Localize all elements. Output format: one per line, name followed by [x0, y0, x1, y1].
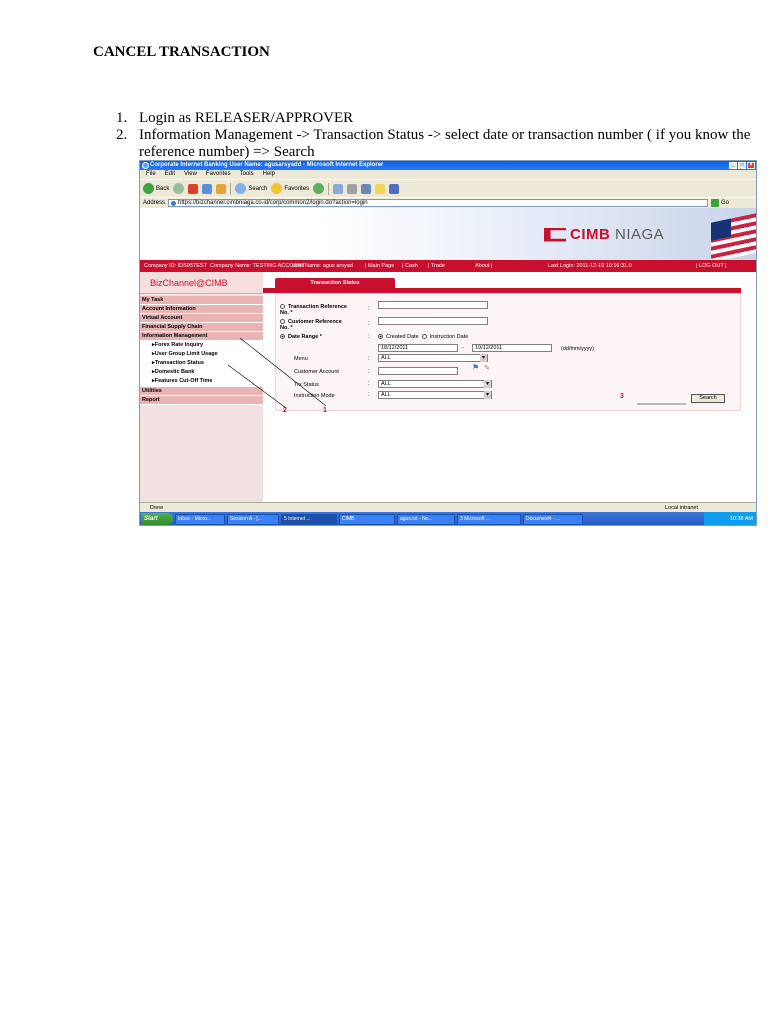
steps-list: 1. Login as RELEASER/APPROVER 2. Informa…: [116, 110, 756, 161]
print-icon[interactable]: [347, 183, 358, 194]
menu-favorites[interactable]: Favorites: [206, 170, 231, 179]
window-titlebar: Corporate Internet Banking User Name: ag…: [140, 161, 756, 170]
stop-icon[interactable]: [188, 183, 199, 194]
menu-help[interactable]: Help: [263, 170, 275, 179]
folder-icon[interactable]: [375, 183, 386, 194]
address-bar: Address https://bizchannel.cimbniaga.co.…: [140, 197, 756, 208]
taskbar-item[interactable]: 3 Microsoft ...: [457, 513, 521, 525]
menu-view[interactable]: View: [184, 170, 197, 179]
system-clock: 10:38 AM: [704, 512, 756, 525]
forward-arrow-icon[interactable]: [173, 183, 185, 194]
menu-file[interactable]: File: [146, 170, 156, 179]
go-arrow-icon: [711, 199, 720, 207]
step-text: Login as RELEASER/APPROVER: [139, 110, 354, 126]
address-input[interactable]: https://bizchannel.cimbniaga.co.id/corp/…: [168, 199, 709, 207]
favorites-label: Favorites: [284, 185, 310, 192]
step-text: Information Management -> Transaction St…: [139, 127, 751, 160]
menu-edit[interactable]: Edit: [165, 170, 175, 179]
document-title: CANCEL TRANSACTION: [93, 44, 270, 60]
status-text: Done: [150, 505, 164, 511]
search-icon: [235, 183, 247, 194]
minimize-icon[interactable]: _: [729, 162, 737, 169]
step-number: 2.: [116, 127, 128, 143]
star-icon: [271, 183, 283, 194]
browser-screenshot: Corporate Internet Banking User Name: ag…: [139, 160, 757, 526]
search-button[interactable]: Search: [235, 183, 267, 195]
step-number: 1.: [116, 110, 128, 126]
status-bar: Done Local intranet: [140, 502, 756, 512]
back-button[interactable]: Back: [143, 183, 169, 195]
taskbar-item[interactable]: agus.txt - No...: [397, 513, 455, 525]
taskbar-item[interactable]: Inbox - Micro...: [175, 513, 225, 525]
back-label: Back: [156, 185, 170, 192]
close-icon[interactable]: ×: [747, 162, 755, 169]
step-1: 1. Login as RELEASER/APPROVER: [116, 110, 756, 127]
edit-icon[interactable]: [361, 183, 372, 194]
taskbar-item[interactable]: CIMB: [339, 513, 395, 525]
maximize-icon[interactable]: □: [738, 162, 746, 169]
annotation-lines: [227, 337, 686, 409]
favorites-button[interactable]: Favorites: [271, 183, 309, 195]
annotation-line-1: [239, 337, 327, 407]
start-button[interactable]: Start: [141, 513, 173, 525]
ie-icon: [142, 162, 149, 169]
home-icon[interactable]: [216, 183, 227, 194]
menu-tools[interactable]: Tools: [240, 170, 254, 179]
search-label: Search: [248, 185, 268, 192]
taskbar-item[interactable]: Document4 - ...: [523, 513, 583, 525]
history-icon[interactable]: [313, 183, 325, 194]
browser-toolbar: Back Search Favorites: [140, 179, 756, 197]
address-label: Address: [143, 200, 166, 206]
refresh-icon[interactable]: [202, 183, 213, 194]
window-title: Corporate Internet Banking User Name: ag…: [150, 162, 384, 168]
windows-taskbar: Start Inbox - Micro... Session A - [... …: [140, 512, 756, 525]
annotation-line-2: [227, 364, 287, 409]
step-2: 2. Information Management -> Transaction…: [116, 127, 756, 161]
go-button[interactable]: Go: [711, 199, 729, 207]
back-arrow-icon: [143, 183, 154, 194]
taskbar-item[interactable]: 5 Internet ...: [281, 513, 337, 525]
menu-bar: File Edit View Favorites Tools Help: [140, 170, 756, 179]
go-label: Go: [721, 200, 730, 206]
page-viewport: CIMB NIAGA Company ID: IDS95TEST Company…: [140, 208, 756, 502]
taskbar-item[interactable]: Session A - [...: [227, 513, 279, 525]
messenger-icon[interactable]: [389, 183, 400, 194]
mail-icon[interactable]: [333, 183, 344, 194]
